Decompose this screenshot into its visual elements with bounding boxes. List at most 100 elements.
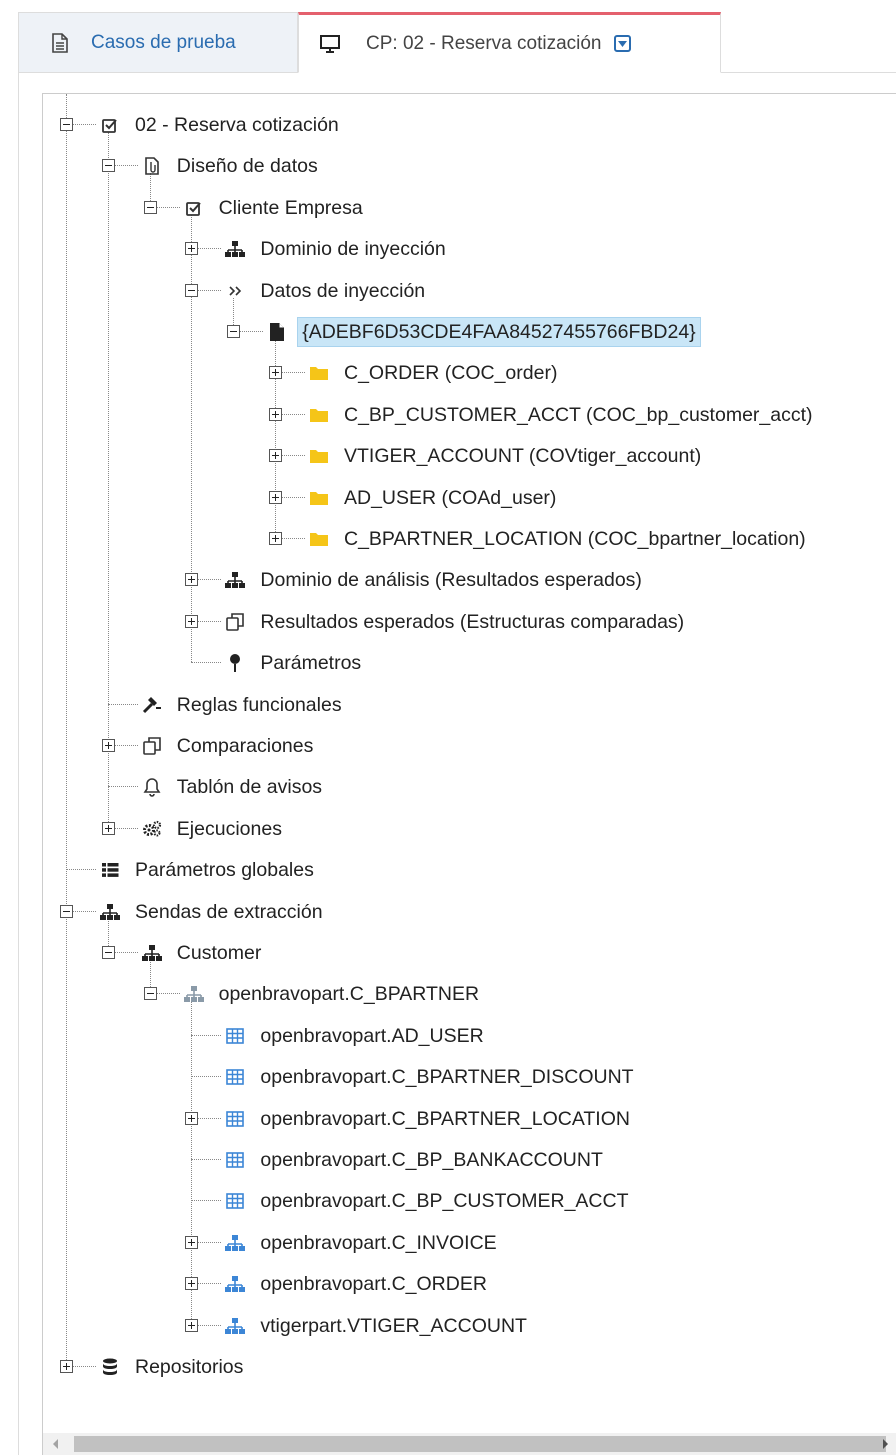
collapse-icon[interactable] — [101, 946, 115, 959]
scroll-left-arrow-icon[interactable] — [53, 1439, 58, 1449]
expand-icon[interactable] — [185, 1235, 199, 1249]
tree-node[interactable]: openbravopart.C_BPARTNER — [43, 979, 896, 1009]
tree-node[interactable]: 02 - Reserva cotización — [43, 110, 896, 140]
tree-node[interactable]: Sendas de extracción — [43, 897, 896, 927]
tree-node-label[interactable]: Diseño de datos — [177, 151, 318, 181]
tree-node-label[interactable]: Ejecuciones — [177, 814, 282, 844]
tree-node-label[interactable]: Datos de inyección — [260, 276, 425, 306]
tree-node[interactable]: Dominio de inyección — [43, 234, 896, 264]
collapse-icon[interactable] — [143, 200, 157, 214]
expand-icon[interactable] — [101, 739, 115, 752]
tree-node[interactable]: openbravopart.C_BPARTNER_LOCATION — [43, 1104, 896, 1134]
tree-node[interactable]: Comparaciones — [43, 731, 896, 761]
tree-node[interactable]: Resultados esperados (Estructuras compar… — [43, 607, 896, 637]
tree-node[interactable]: Datos de inyección — [43, 276, 896, 306]
tree-node-label[interactable]: Customer — [177, 938, 262, 968]
tree-node[interactable]: C_BPARTNER_LOCATION (COC_bpartner_locati… — [43, 524, 896, 554]
expand-icon[interactable] — [185, 573, 199, 587]
tree-node[interactable]: Repositorios — [43, 1352, 896, 1382]
tree-node[interactable]: openbravopart.AD_USER — [43, 1021, 896, 1051]
scroll-right-arrow-icon[interactable] — [883, 1439, 888, 1449]
tree-node-label[interactable]: Parámetros globales — [135, 855, 314, 885]
tree-node-label[interactable]: openbravopart.C_BPARTNER_DISCOUNT — [260, 1062, 633, 1092]
tree-node[interactable]: C_BP_CUSTOMER_ACCT (COC_bp_customer_acct… — [43, 400, 896, 430]
tree-branch-line — [191, 662, 222, 664]
tree-node-label[interactable]: Resultados esperados (Estructuras compar… — [260, 607, 684, 637]
tree-node-label[interactable]: openbravopart.C_BPARTNER_LOCATION — [260, 1104, 630, 1134]
collapse-icon[interactable] — [227, 325, 241, 338]
tree-node-label[interactable]: AD_USER (COAd_user) — [344, 483, 556, 513]
tree-node[interactable]: Ejecuciones — [43, 814, 896, 844]
tree-node[interactable]: Reglas funcionales — [43, 690, 896, 720]
expand-icon[interactable] — [185, 1111, 199, 1125]
expand-icon[interactable] — [269, 366, 282, 380]
tree-node-label[interactable]: openbravopart.C_BP_CUSTOMER_ACCT — [260, 1186, 628, 1216]
tree-node-label[interactable]: Sendas de extracción — [135, 897, 323, 927]
dropdown-toggle-icon[interactable] — [613, 35, 631, 52]
tree-node[interactable]: openbravopart.C_BP_CUSTOMER_ACCT — [43, 1186, 896, 1216]
collapse-icon[interactable] — [101, 159, 115, 173]
tree-node-label[interactable]: Dominio de inyección — [260, 234, 445, 264]
tree-node[interactable]: Customer — [43, 938, 896, 968]
tree-node-label[interactable]: VTIGER_ACCOUNT (COVtiger_account) — [344, 441, 701, 471]
expand-icon[interactable] — [185, 1318, 199, 1332]
tab-casos-de-prueba[interactable]: Casos de prueba — [18, 12, 298, 73]
tree-node-label[interactable]: openbravopart.C_INVOICE — [260, 1228, 496, 1258]
tree-node-label[interactable]: openbravopart.C_ORDER — [260, 1269, 487, 1299]
tree-node-label[interactable]: openbravopart.AD_USER — [260, 1021, 483, 1051]
list-icon — [100, 859, 120, 881]
tab-bar: Casos de prueba CP: 02 - Reserva cotizac… — [0, 0, 896, 73]
tree-node[interactable]: vtigerpart.VTIGER_ACCOUNT — [43, 1311, 896, 1341]
tree-node-label[interactable]: {ADEBF6D53CDE4FAA84527455766FBD24} — [297, 317, 701, 347]
gears-icon — [142, 818, 162, 840]
expand-icon[interactable] — [60, 1360, 73, 1373]
tree-node[interactable]: Diseño de datos — [43, 151, 896, 181]
tree-node[interactable]: Tablón de avisos — [43, 772, 896, 802]
tree-node-label[interactable]: C_BP_CUSTOMER_ACCT (COC_bp_customer_acct… — [344, 400, 813, 430]
tree-node-label[interactable]: openbravopart.C_BP_BANKACCOUNT — [260, 1145, 602, 1175]
tree-node[interactable]: openbravopart.C_INVOICE — [43, 1228, 896, 1258]
tree-node-label[interactable]: Dominio de análisis (Resultados esperado… — [260, 565, 642, 595]
tree-node[interactable]: AD_USER (COAd_user) — [43, 483, 896, 513]
expand-icon[interactable] — [185, 1277, 199, 1291]
expand-icon[interactable] — [101, 821, 115, 835]
tree-node[interactable]: C_ORDER (COC_order) — [43, 358, 896, 388]
tree-node-label[interactable]: Reglas funcionales — [177, 690, 342, 720]
tree-node[interactable]: openbravopart.C_BP_BANKACCOUNT — [43, 1145, 896, 1175]
collapse-icon[interactable] — [143, 987, 157, 1001]
collapse-icon[interactable] — [185, 283, 199, 297]
table-icon — [225, 1025, 245, 1047]
tree-node[interactable]: Parámetros globales — [43, 855, 896, 885]
tree-branch-line — [191, 1159, 222, 1160]
horizontal-scrollbar[interactable] — [43, 1433, 896, 1455]
document-clip-icon — [142, 155, 162, 177]
expand-icon[interactable] — [269, 449, 282, 463]
copy-icon — [225, 611, 245, 633]
tree-node-label[interactable]: Parámetros — [260, 648, 361, 678]
tree-node-label[interactable]: Repositorios — [135, 1352, 243, 1382]
tree-node-label[interactable]: C_ORDER (COC_order) — [344, 358, 557, 388]
expand-icon[interactable] — [185, 242, 199, 256]
expand-icon[interactable] — [269, 407, 282, 421]
tree-node[interactable]: {ADEBF6D53CDE4FAA84527455766FBD24} — [43, 317, 896, 347]
tree-node[interactable]: openbravopart.C_BPARTNER_DISCOUNT — [43, 1062, 896, 1092]
tab-cp-reserva-cotizacion[interactable]: CP: 02 - Reserva cotización — [298, 12, 721, 73]
scrollbar-thumb[interactable] — [74, 1436, 886, 1452]
expand-icon[interactable] — [269, 532, 282, 545]
collapse-icon[interactable] — [60, 118, 73, 131]
expand-icon[interactable] — [269, 490, 282, 504]
tree-node-label[interactable]: C_BPARTNER_LOCATION (COC_bpartner_locati… — [344, 524, 806, 554]
tree-node[interactable]: openbravopart.C_ORDER — [43, 1269, 896, 1299]
collapse-icon[interactable] — [60, 904, 73, 918]
tree-node-label[interactable]: Tablón de avisos — [177, 772, 322, 802]
tree-node-label[interactable]: Cliente Empresa — [219, 193, 363, 223]
tree-node-label[interactable]: Comparaciones — [177, 731, 314, 761]
tree-node[interactable]: Dominio de análisis (Resultados esperado… — [43, 565, 896, 595]
tree-node[interactable]: VTIGER_ACCOUNT (COVtiger_account) — [43, 441, 896, 471]
tree-node-label[interactable]: 02 - Reserva cotización — [135, 110, 339, 140]
tree-node-label[interactable]: openbravopart.C_BPARTNER — [219, 979, 480, 1009]
tree-node[interactable]: Cliente Empresa — [43, 193, 896, 223]
expand-icon[interactable] — [185, 614, 199, 628]
tree-node-label[interactable]: vtigerpart.VTIGER_ACCOUNT — [260, 1311, 527, 1341]
tree-node[interactable]: Parámetros — [43, 648, 896, 678]
